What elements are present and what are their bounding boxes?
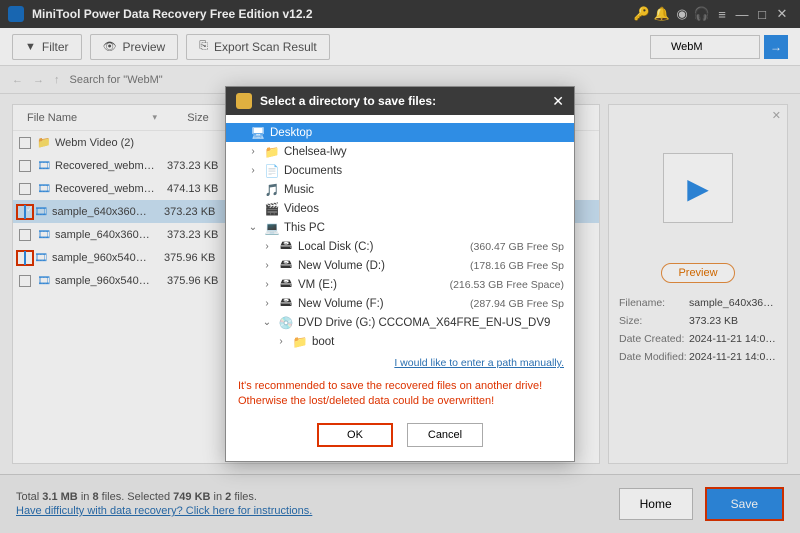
dialog-titlebar: Select a directory to save files: ✕	[226, 87, 574, 115]
dialog-logo	[236, 93, 252, 109]
tree-node-thispc[interactable]: ⌄💻This PC	[232, 218, 568, 237]
folder-icon: 📁	[292, 335, 308, 349]
expand-icon[interactable]: ›	[274, 336, 288, 347]
tree-node-vol-d[interactable]: ›🖴New Volume (D:)(178.16 GB Free Sp	[232, 256, 568, 275]
tree-node-music[interactable]: 🎵Music	[232, 180, 568, 199]
manual-path-link[interactable]: I would like to enter a path manually.	[394, 357, 564, 369]
expand-icon[interactable]: ›	[260, 260, 274, 271]
expand-icon[interactable]: ›	[246, 165, 260, 176]
expand-icon[interactable]: ›	[260, 279, 274, 290]
drive-icon: 🖴	[278, 293, 294, 314]
dialog-close-icon[interactable]: ✕	[552, 93, 564, 110]
music-icon: 🎵	[264, 183, 280, 197]
collapse-icon[interactable]: ⌄	[246, 222, 260, 233]
dialog-cancel-button[interactable]: Cancel	[407, 423, 483, 447]
folder-icon: 📁	[264, 145, 280, 159]
tree-node-boot[interactable]: ›📁boot	[232, 332, 568, 351]
dvd-icon: 💿	[278, 316, 294, 330]
save-directory-dialog: Select a directory to save files: ✕ 🖥Des…	[225, 86, 575, 462]
dialog-warning: It's recommended to save the recovered f…	[226, 375, 574, 417]
drive-icon: 🖴	[278, 236, 294, 257]
tree-node-documents[interactable]: ›📄Documents	[232, 161, 568, 180]
tree-node-videos[interactable]: 🎬Videos	[232, 199, 568, 218]
tree-node-vm-e[interactable]: ›🖴VM (E:)(216.53 GB Free Space)	[232, 275, 568, 294]
pc-icon: 💻	[264, 221, 280, 235]
tree-node-dvd-g[interactable]: ⌄💿DVD Drive (G:) CCCOMA_X64FRE_EN-US_DV9	[232, 313, 568, 332]
tree-node-user[interactable]: ›📁Chelsea-lwy	[232, 142, 568, 161]
drive-icon: 🖴	[278, 255, 294, 276]
documents-icon: 📄	[264, 164, 280, 178]
tree-node-local-c[interactable]: ›🖴Local Disk (C:)(360.47 GB Free Sp	[232, 237, 568, 256]
tree-node-vol-f[interactable]: ›🖴New Volume (F:)(287.94 GB Free Sp	[232, 294, 568, 313]
videos-icon: 🎬	[264, 202, 280, 216]
dialog-ok-button[interactable]: OK	[317, 423, 393, 447]
tree-node-desktop[interactable]: 🖥Desktop	[226, 123, 574, 142]
directory-tree[interactable]: 🖥Desktop ›📁Chelsea-lwy ›📄Documents 🎵Musi…	[226, 115, 574, 355]
collapse-icon[interactable]: ⌄	[260, 317, 274, 328]
drive-icon: 🖴	[278, 274, 294, 295]
expand-icon[interactable]: ›	[260, 298, 274, 309]
desktop-icon: 🖥	[250, 126, 266, 140]
expand-icon[interactable]: ›	[246, 146, 260, 157]
dialog-title: Select a directory to save files:	[260, 94, 544, 108]
expand-icon[interactable]: ›	[260, 241, 274, 252]
